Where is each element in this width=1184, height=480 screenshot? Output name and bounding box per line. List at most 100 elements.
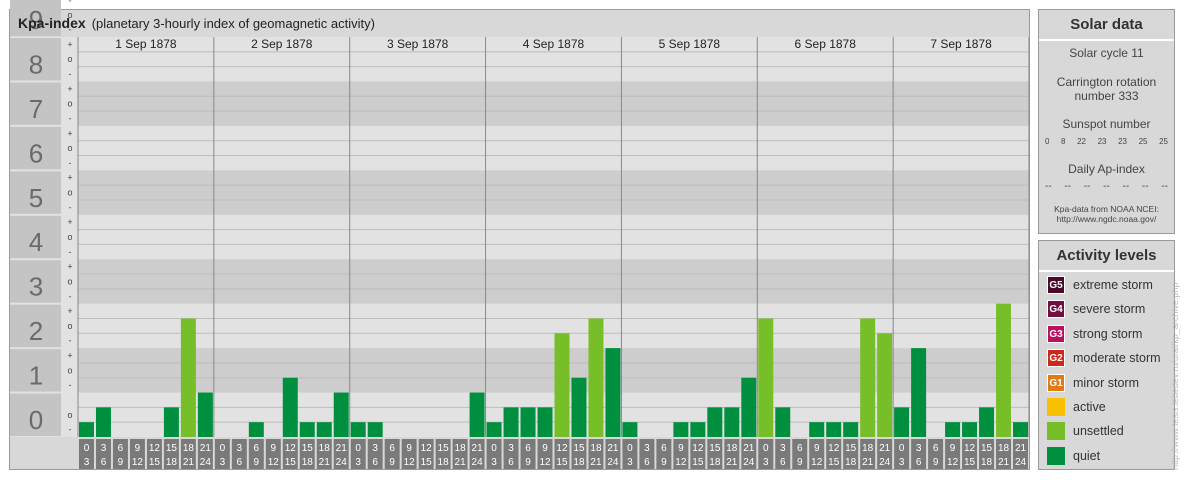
minor-tick-label: - — [69, 247, 72, 257]
minor-tick-label: + — [67, 217, 72, 227]
interval-start-label: 18 — [319, 443, 331, 454]
kp-bar — [860, 318, 876, 437]
interval-start-label: 6 — [797, 443, 803, 454]
legend-swatch-quiet — [1047, 447, 1065, 465]
legend-label: unsettled — [1073, 424, 1124, 438]
chart-title-text: Kpa-index — [18, 15, 86, 31]
interval-end-label: 15 — [421, 457, 433, 468]
carrington-line-1: Carrington rotation — [1056, 75, 1157, 89]
interval-end-label: 9 — [389, 457, 395, 468]
y-tick-label: 4 — [29, 227, 43, 257]
y-tick-label: 3 — [29, 272, 43, 302]
interval-start-label: 9 — [678, 443, 684, 454]
interval-end-label: 15 — [692, 457, 704, 468]
minor-tick-label: + — [67, 351, 72, 361]
interval-end-label: 6 — [644, 457, 650, 468]
interval-start-label: 21 — [879, 443, 891, 454]
ap-values: -- -- -- -- -- -- -- — [1045, 181, 1168, 192]
ap-label: Daily Ap-index — [1068, 162, 1145, 176]
minor-tick-label: + — [67, 262, 72, 272]
carrington-line-2: number 333 — [1074, 89, 1139, 103]
interval-start-label: 6 — [254, 443, 260, 454]
kp-bar — [571, 377, 587, 437]
kp-bar — [945, 422, 961, 437]
ap-value: -- — [1045, 181, 1052, 192]
interval-start-label: 3 — [372, 443, 378, 454]
interval-start-label: 9 — [135, 443, 141, 454]
activity-levels-panel: Activity levels G5 extreme storm G4 severe… — [1038, 240, 1175, 470]
interval-end-label: 12 — [404, 457, 416, 468]
data-source: Kpa-data from NOAA NCEI: http://www.ngdc… — [1039, 204, 1174, 224]
y-tick-label: 6 — [29, 138, 43, 168]
interval-end-label: 6 — [916, 457, 922, 468]
interval-start-label: 21 — [743, 443, 755, 454]
kp-bar — [775, 407, 791, 437]
legend-swatch-g4: G4 — [1047, 300, 1065, 318]
minor-tick-label: - — [69, 158, 72, 168]
y-tick-label: 2 — [29, 316, 43, 346]
legend-g2: G2 moderate storm — [1047, 349, 1161, 367]
interval-start-label: 18 — [862, 443, 874, 454]
interval-end-label: 15 — [828, 457, 840, 468]
legend-g1: G1 minor storm — [1047, 374, 1139, 392]
kp-bar — [503, 407, 519, 437]
chart-subtitle: (planetary 3-hourly index of geomagnetic… — [91, 16, 375, 31]
interval-start-label: 9 — [542, 443, 548, 454]
kp-bar — [724, 407, 740, 437]
interval-end-label: 18 — [573, 457, 585, 468]
interval-end-label: 6 — [237, 457, 243, 468]
interval-end-label: 6 — [372, 457, 378, 468]
legend-label: severe storm — [1073, 302, 1146, 316]
interval-end-label: 3 — [220, 457, 226, 468]
row-band — [78, 81, 1029, 126]
interval-start-label: 0 — [220, 443, 226, 454]
minor-tick-label: o — [67, 321, 72, 331]
kp-bar — [248, 422, 264, 437]
interval-end-label: 12 — [539, 457, 551, 468]
interval-start-label: 18 — [183, 443, 195, 454]
kp-bar — [809, 422, 825, 437]
minor-tick-label: o — [67, 232, 72, 242]
sunspot-value: 0 — [1045, 137, 1050, 146]
interval-start-label: 3 — [644, 443, 650, 454]
interval-start-label: 3 — [237, 443, 243, 454]
kp-bar — [1013, 422, 1028, 437]
legend-swatch-g1: G1 — [1047, 374, 1065, 392]
legend-g3: G3 strong storm — [1047, 325, 1142, 343]
interval-end-label: 21 — [319, 457, 331, 468]
sunspot-value: 8 — [1061, 137, 1066, 146]
sunspot-values: 0 8 22 23 23 25 25 — [1045, 137, 1168, 146]
interval-end-label: 21 — [183, 457, 195, 468]
kp-bar — [486, 422, 502, 437]
legend-active: active — [1047, 398, 1106, 416]
kp-bar — [163, 407, 179, 437]
sunspot-value: 25 — [1159, 137, 1168, 146]
interval-end-label: 18 — [166, 457, 178, 468]
interval-end-label: 9 — [118, 457, 124, 468]
day-label: 5 Sep 1878 — [659, 37, 721, 51]
interval-end-label: 24 — [1015, 457, 1027, 468]
interval-end-label: 3 — [355, 457, 361, 468]
credit-url: http://www.tesis.lebedev.ru/ural/kp_arch… — [1170, 282, 1180, 470]
interval-end-label: 24 — [607, 457, 619, 468]
interval-start-label: 3 — [101, 443, 107, 454]
legend-swatch-g2: G2 — [1047, 349, 1065, 367]
interval-end-label: 3 — [627, 457, 633, 468]
interval-start-label: 0 — [355, 443, 361, 454]
interval-start-label: 0 — [84, 443, 90, 454]
minor-tick-label: o — [67, 99, 72, 109]
interval-end-label: 6 — [101, 457, 107, 468]
interval-end-label: 18 — [302, 457, 314, 468]
kp-bar — [690, 422, 706, 437]
kp-bar — [537, 407, 553, 437]
legend-swatch-g3: G3 — [1047, 325, 1065, 343]
minor-tick-label: - — [69, 113, 72, 123]
kpa-chart: 0123456789o-+o-+o-+o-+o-+o-+o-+o-+o-+o-1… — [10, 0, 1030, 469]
sunspot-value: 25 — [1138, 137, 1148, 146]
ap-value: -- — [1103, 181, 1110, 192]
kp-bar — [979, 407, 995, 437]
day-label: 4 Sep 1878 — [523, 37, 585, 51]
interval-start-label: 12 — [421, 443, 433, 454]
day-label: 3 Sep 1878 — [387, 37, 449, 51]
interval-end-label: 15 — [285, 457, 297, 468]
